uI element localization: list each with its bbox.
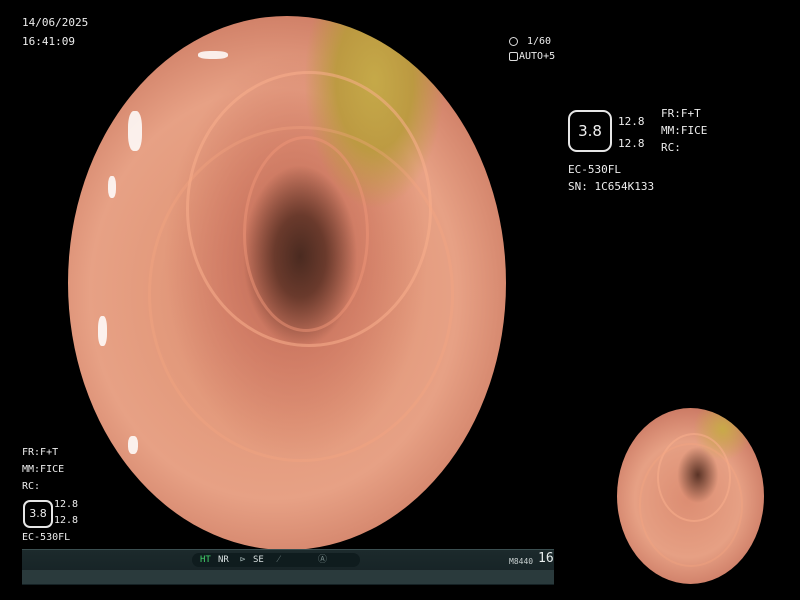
endoscope-pip-view bbox=[617, 408, 764, 584]
enhance-value-bottom-small: 12.8 bbox=[54, 515, 79, 526]
rc-label: RC: bbox=[661, 141, 681, 154]
endoscope-main-view bbox=[68, 16, 506, 550]
ht-indicator: HT bbox=[200, 555, 211, 565]
shutter-speed: 1/60 bbox=[527, 36, 552, 47]
fr-label: FR:F+T bbox=[661, 107, 701, 120]
scope-serial: SN: 1C654K133 bbox=[568, 180, 655, 193]
brightness-badge: 3.8 bbox=[568, 110, 612, 152]
fr-label-small: FR:F+T bbox=[22, 447, 59, 458]
enhance-value-bottom: 12.8 bbox=[618, 137, 645, 150]
frame-number: 16 bbox=[538, 551, 554, 566]
status-bar-lower bbox=[22, 570, 554, 584]
enhance-value-top: 12.8 bbox=[618, 115, 645, 128]
rc-label-small: RC: bbox=[22, 481, 41, 492]
mm-label-small: MM:FICE bbox=[22, 464, 65, 475]
shutter-icon bbox=[509, 37, 518, 46]
slash-icon: ⁄ bbox=[278, 555, 280, 565]
auto-iris-icon bbox=[509, 52, 518, 61]
date-label: 14/06/2025 bbox=[22, 16, 89, 29]
time-label: 16:41:09 bbox=[22, 35, 75, 48]
auto-iris-value: AUTO+5 bbox=[519, 51, 556, 62]
brightness-badge-small: 3.8 bbox=[23, 500, 53, 528]
mm-label: MM:FICE bbox=[661, 124, 708, 137]
nr-indicator: NR bbox=[218, 555, 229, 565]
enhance-value-top-small: 12.8 bbox=[54, 499, 79, 510]
status-bar: HT NR ⊳ SE ⁄ Ⓐ M8440 16 bbox=[22, 549, 554, 585]
model-label: M8440 bbox=[509, 557, 534, 566]
se-indicator: SE bbox=[253, 555, 264, 565]
scope-model: EC-530FL bbox=[568, 163, 621, 176]
circle-a-icon: Ⓐ bbox=[318, 555, 328, 565]
se-icon: ⊳ bbox=[240, 555, 246, 565]
mode-strip: HT NR ⊳ SE ⁄ Ⓐ bbox=[192, 553, 360, 567]
scope-model-small: EC-530FL bbox=[22, 532, 71, 543]
